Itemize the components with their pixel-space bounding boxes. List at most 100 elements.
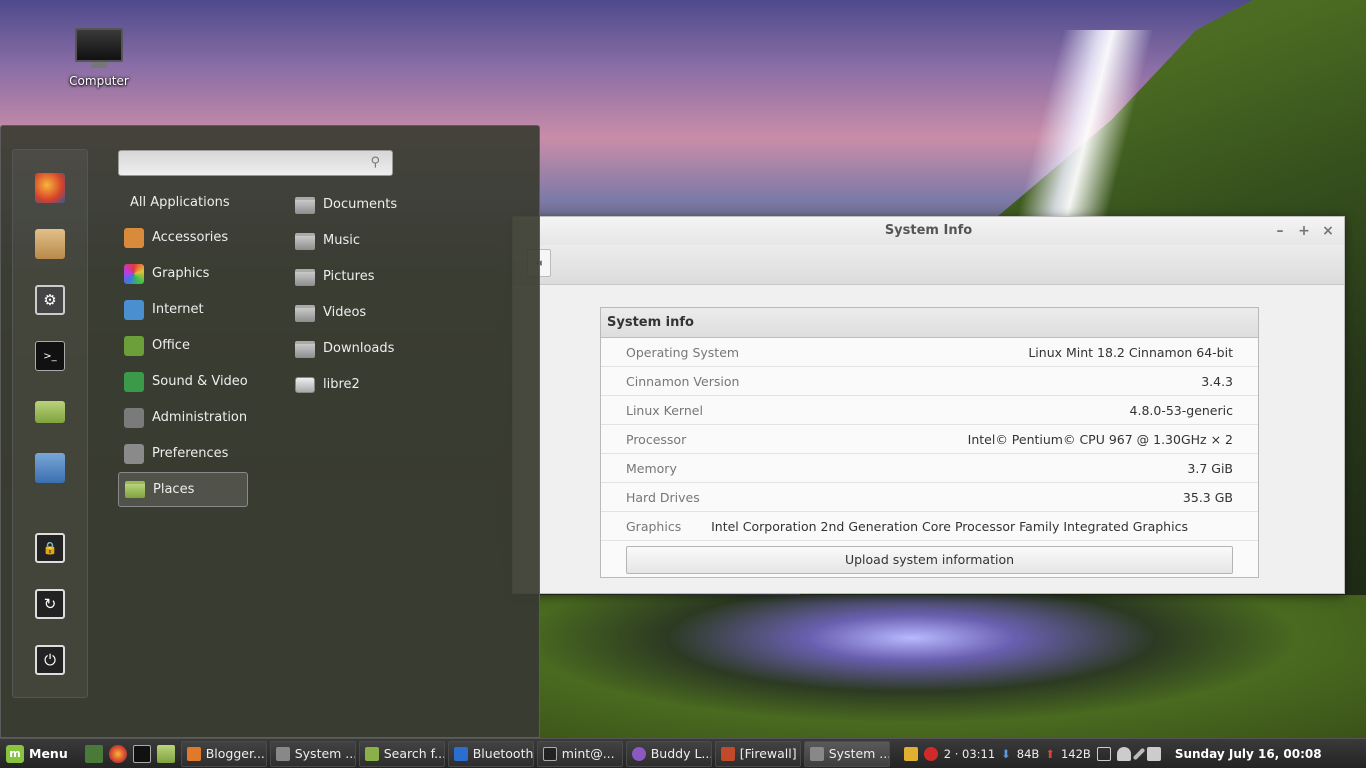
preferences-icon [124, 444, 144, 464]
files-icon[interactable] [35, 401, 65, 423]
maximize-icon[interactable]: + [1298, 217, 1310, 245]
info-value: 3.4.3 [1201, 374, 1233, 389]
info-value: Intel Corporation 2nd Generation Core Pr… [711, 519, 1188, 563]
notes-icon[interactable] [903, 746, 918, 761]
info-row: Graphics Card Intel Corporation 2nd Gene… [601, 512, 1258, 563]
place-documents[interactable]: Documents [289, 190, 439, 220]
task-buddy-list[interactable]: Buddy L... [625, 740, 712, 767]
terminal-icon[interactable]: >_ [35, 341, 65, 371]
places-folder-icon [125, 481, 145, 498]
info-row: Memory 3.7 GiB [601, 454, 1258, 483]
accessories-icon [124, 228, 144, 248]
graphics-icon [124, 264, 144, 284]
bluetooth-icon [453, 746, 468, 761]
office-icon [124, 336, 144, 356]
info-key: Operating System [626, 345, 740, 360]
clock[interactable]: Sunday July 16, 00:08 [1175, 747, 1322, 761]
task-bluetooth[interactable]: Bluetooth [447, 740, 534, 767]
pomodoro-timer-icon[interactable] [923, 746, 938, 761]
place-label: Documents [323, 197, 398, 212]
task-system-settings[interactable]: System ... [269, 740, 356, 767]
category-label: Administration [152, 410, 248, 425]
info-key: Graphics Card [626, 519, 682, 563]
shutdown-icon[interactable]: ⏻ [35, 645, 65, 675]
package-manager-icon[interactable] [35, 229, 65, 259]
administration-icon [124, 408, 144, 428]
system-settings-icon[interactable]: ⚙ [35, 285, 65, 315]
search-icon: ⚲ [370, 155, 380, 170]
category-office[interactable]: Office [118, 331, 248, 361]
category-label: Internet [152, 302, 204, 317]
task-system-info[interactable]: System ... [803, 740, 890, 767]
place-label: Music [323, 233, 360, 248]
category-all-applications[interactable]: All Applications [118, 188, 248, 218]
task-firewall[interactable]: [Firewall] [714, 740, 801, 767]
minimize-icon[interactable]: – [1274, 217, 1286, 245]
logout-icon[interactable]: ↻ [35, 589, 65, 619]
task-search[interactable]: Search f... [358, 740, 445, 767]
category-internet[interactable]: Internet [118, 295, 248, 325]
lock-screen-icon[interactable]: 🔒 [35, 533, 65, 563]
place-label: libre2 [323, 377, 360, 392]
pictures-folder-icon [295, 268, 315, 286]
category-accessories[interactable]: Accessories [118, 223, 248, 253]
menu-button-label: Menu [29, 746, 68, 761]
info-row: Cinnamon Version 3.4.3 [601, 367, 1258, 396]
info-value: 4.8.0-53-generic [1129, 403, 1233, 418]
task-blogger[interactable]: Blogger... [180, 740, 267, 767]
category-sound-video[interactable]: Sound & Video [118, 367, 248, 397]
place-libre2[interactable]: libre2 [289, 370, 439, 400]
info-value: 3.7 GiB [1187, 461, 1233, 476]
terminal-launcher-icon[interactable] [132, 744, 151, 763]
workspace-icon[interactable] [1096, 746, 1111, 761]
category-label: Office [152, 338, 190, 353]
drive-icon [295, 377, 315, 393]
show-desktop-icon[interactable] [84, 744, 103, 763]
place-pictures[interactable]: Pictures [289, 262, 439, 292]
user-icon[interactable] [1116, 746, 1131, 761]
task-label: System ... [828, 746, 890, 761]
terminal-icon [542, 746, 557, 761]
category-label: Sound & Video [152, 374, 248, 389]
software-manager-icon[interactable] [35, 453, 65, 483]
window-title: System Info [884, 223, 973, 238]
downloads-folder-icon [295, 340, 315, 358]
window-toolbar: ◂ [513, 245, 1344, 285]
info-value: 35.3 GB [1182, 490, 1233, 505]
place-music[interactable]: Music [289, 226, 439, 256]
close-icon[interactable]: × [1322, 217, 1334, 245]
menu-search-input[interactable]: ⚲ [118, 150, 393, 176]
category-label: All Applications [130, 195, 230, 210]
system-info-panel: System info Operating System Linux Mint … [600, 307, 1259, 578]
system-tray: 2 · 03:11 ⬇ 84B ⬆ 142B Sunday July 16, 0… [903, 746, 1322, 761]
firewall-icon [720, 746, 735, 761]
network-icon[interactable] [1132, 747, 1146, 760]
battery-icon[interactable] [1146, 746, 1161, 761]
task-label: Buddy L... [650, 746, 712, 761]
info-key: Hard Drives [626, 490, 700, 505]
task-terminal[interactable]: mint@... [536, 740, 623, 767]
firefox-launcher-icon[interactable] [108, 744, 127, 763]
blogger-icon [186, 746, 201, 761]
category-places[interactable]: Places [118, 472, 248, 507]
category-graphics[interactable]: Graphics [118, 259, 248, 289]
info-row: Processor Intel© Pentium© CPU 967 @ 1.30… [601, 425, 1258, 454]
mint-logo-icon: m [6, 744, 24, 763]
place-videos[interactable]: Videos [289, 298, 439, 328]
files-launcher-icon[interactable] [156, 744, 175, 763]
category-preferences[interactable]: Preferences [118, 439, 248, 469]
menu-button[interactable]: m Menu [0, 739, 74, 768]
desktop-computer-icon[interactable]: Computer [66, 26, 132, 88]
task-label: mint@... [561, 746, 615, 761]
place-label: Videos [323, 305, 367, 320]
info-row: Operating System Linux Mint 18.2 Cinnamo… [601, 338, 1258, 367]
info-row: Hard Drives 35.3 GB [601, 483, 1258, 512]
firefox-icon[interactable] [35, 173, 65, 203]
category-administration[interactable]: Administration [118, 403, 248, 433]
task-label: System ... [294, 746, 356, 761]
task-label: Bluetooth [472, 746, 534, 761]
sound-video-icon [124, 372, 144, 392]
place-downloads[interactable]: Downloads [289, 334, 439, 364]
window-titlebar[interactable]: System Info – + × [513, 217, 1344, 245]
upload-system-info-button[interactable]: Upload system information [626, 546, 1233, 574]
